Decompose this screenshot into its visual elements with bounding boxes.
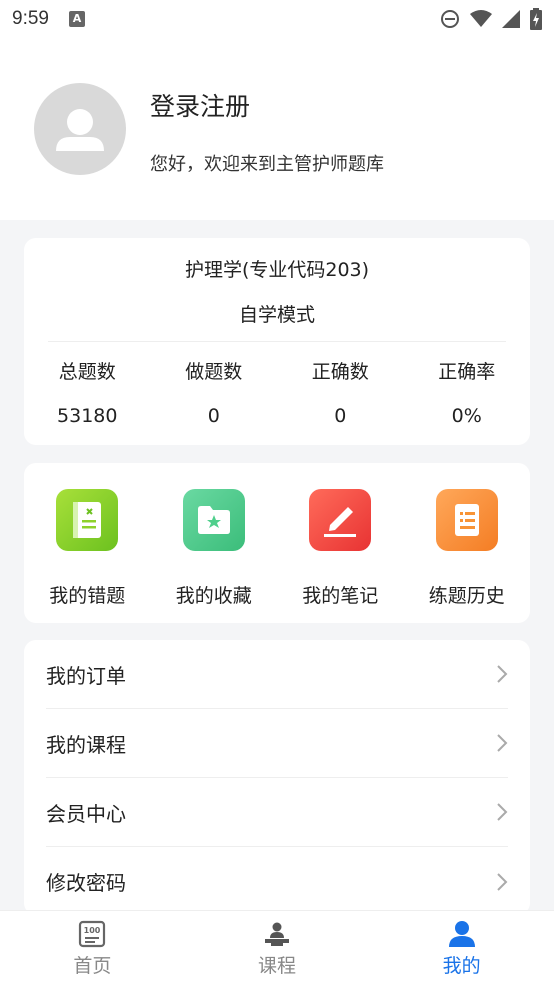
stat-label: 做题数 — [185, 361, 243, 383]
profile-header: 登录注册 您好，欢迎来到主管护师题库 — [0, 38, 554, 220]
favorites-icon — [182, 489, 245, 551]
stat-label: 正确数 — [311, 361, 369, 383]
menu-item-membership[interactable]: 会员中心 — [46, 778, 508, 847]
stat-label: 总题数 — [58, 361, 116, 383]
stat-value: 0 — [334, 405, 347, 427]
menu-label: 会员中心 — [46, 801, 126, 826]
home-icon: 100 — [77, 919, 107, 949]
subject-title[interactable]: 护理学(专业代码203) — [24, 255, 530, 282]
stat-done: 做题数 0 — [151, 360, 278, 428]
status-bar: 9:59 A — [0, 0, 554, 38]
nav-course[interactable]: 课程 — [185, 911, 370, 984]
divider — [48, 341, 506, 342]
tools-card: 我的错题 我的收藏 我的笔记 练题历史 — [24, 463, 530, 623]
tool-label: 我的错题 — [49, 585, 126, 607]
menu-card: 我的订单 我的课程 会员中心 修改密码 — [24, 640, 530, 915]
wrong-questions-icon — [56, 489, 119, 551]
menu-item-change-password[interactable]: 修改密码 — [46, 847, 508, 916]
bottom-nav: 100 首页 课程 我的 — [0, 910, 554, 984]
signal-icon — [502, 10, 520, 28]
stat-accuracy: 正确率 0% — [404, 360, 531, 428]
nav-label: 首页 — [73, 955, 112, 977]
nav-label: 我的 — [442, 955, 481, 977]
menu-item-orders[interactable]: 我的订单 — [46, 640, 508, 709]
status-icons — [440, 8, 542, 30]
tool-wrong-questions[interactable]: 我的错题 — [24, 463, 151, 623]
stat-value: 53180 — [57, 405, 118, 427]
welcome-text: 您好，欢迎来到主管护师题库 — [150, 154, 384, 175]
stat-label: 正确率 — [438, 361, 496, 383]
notification-app-icon: A — [68, 11, 85, 27]
user-placeholder-icon — [56, 109, 104, 151]
stat-value: 0% — [451, 405, 482, 427]
notes-icon — [309, 489, 372, 551]
tool-notes[interactable]: 我的笔记 — [277, 463, 404, 623]
tool-favorites[interactable]: 我的收藏 — [151, 463, 278, 623]
nav-home[interactable]: 100 首页 — [0, 911, 185, 984]
tool-label: 练题历史 — [428, 585, 505, 607]
profile-icon — [447, 919, 477, 949]
menu-label: 我的订单 — [46, 663, 126, 688]
stat-total: 总题数 53180 — [24, 360, 151, 428]
nav-label: 课程 — [258, 955, 297, 977]
chevron-right-icon — [497, 665, 508, 683]
stats-card: 护理学(专业代码203) 自学模式 总题数 53180 做题数 0 正确数 0 … — [24, 238, 530, 445]
history-icon — [435, 489, 498, 551]
stat-value: 0 — [207, 405, 220, 427]
avatar[interactable] — [34, 83, 126, 175]
menu-label: 我的课程 — [46, 732, 126, 757]
stat-correct: 正确数 0 — [277, 360, 404, 428]
tool-label: 我的笔记 — [302, 585, 379, 607]
menu-item-courses[interactable]: 我的课程 — [46, 709, 508, 778]
menu-label: 修改密码 — [46, 871, 126, 895]
login-register-link[interactable]: 登录注册 — [150, 87, 250, 123]
tool-label: 我的收藏 — [175, 585, 252, 607]
course-icon — [262, 919, 292, 949]
stats-row: 总题数 53180 做题数 0 正确数 0 正确率 0% — [24, 360, 530, 428]
chevron-right-icon — [497, 803, 508, 821]
study-mode[interactable]: 自学模式 — [24, 300, 530, 327]
nav-profile[interactable]: 我的 — [369, 911, 554, 984]
svg-text:100: 100 — [84, 926, 101, 935]
battery-icon — [530, 8, 542, 30]
chevron-right-icon — [497, 872, 508, 891]
status-time: 9:59 — [12, 8, 49, 29]
wifi-icon — [470, 10, 492, 27]
chevron-right-icon — [497, 734, 508, 752]
tool-history[interactable]: 练题历史 — [404, 463, 531, 623]
do-not-disturb-icon — [441, 10, 459, 28]
